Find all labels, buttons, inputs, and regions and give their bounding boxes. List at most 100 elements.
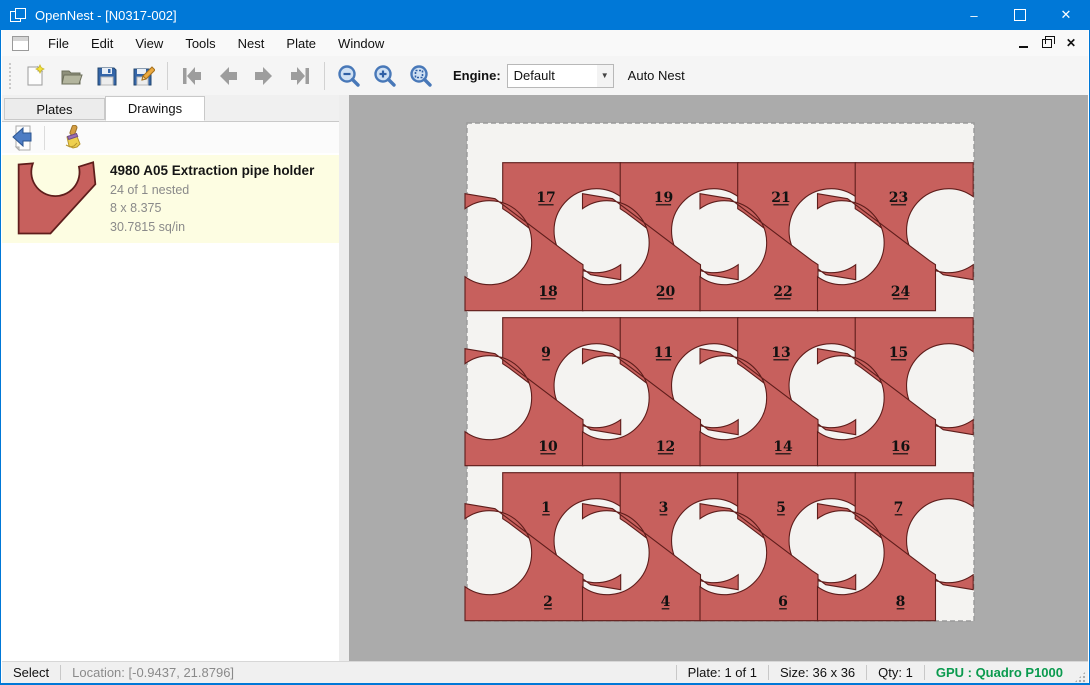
part-number: 10 xyxy=(538,439,558,455)
part-number: 7 xyxy=(894,500,904,516)
part-number: 24 xyxy=(891,284,911,300)
drawing-dimensions: 8 x 8.375 xyxy=(110,201,314,215)
go-next-icon xyxy=(251,64,277,88)
menu-file[interactable]: File xyxy=(37,30,80,56)
engine-label: Engine: xyxy=(453,68,501,83)
status-location: Location: [-0.9437, 21.8796] xyxy=(61,665,245,680)
save-button[interactable] xyxy=(89,60,125,92)
zoom-fit-icon xyxy=(408,63,434,89)
sidebar-tabstrip: Plates Drawings xyxy=(2,95,339,122)
save-icon xyxy=(95,64,119,88)
auto-nest-label[interactable]: Auto Nest xyxy=(628,68,685,83)
load-drawing-button[interactable] xyxy=(6,124,40,152)
part-number: 17 xyxy=(536,190,555,206)
part-number: 6 xyxy=(778,594,788,610)
broom-icon xyxy=(57,125,83,151)
menu-view[interactable]: View xyxy=(124,30,174,56)
go-last-button[interactable] xyxy=(282,60,318,92)
toolbar-grip[interactable] xyxy=(8,63,11,89)
part-number: 15 xyxy=(889,345,908,361)
part-thumbnail-shape xyxy=(19,162,96,233)
nest-drawing: 171819202122232491011121314151612345678 xyxy=(349,95,1088,662)
drawing-nested-count: 24 of 1 nested xyxy=(110,183,314,197)
clean-button[interactable] xyxy=(53,124,87,152)
part-number: 16 xyxy=(891,439,910,455)
menu-nest[interactable]: Nest xyxy=(227,30,276,56)
drawing-area: 30.7815 sq/in xyxy=(110,220,314,234)
mdi-minimize-button[interactable] xyxy=(1019,46,1028,48)
part-number: 11 xyxy=(654,345,673,361)
go-next-button[interactable] xyxy=(246,60,282,92)
drawing-list-item[interactable]: 4980 A05 Extraction pipe holder 24 of 1 … xyxy=(2,155,339,243)
engine-value: Default xyxy=(508,68,597,83)
window-title: OpenNest - [N0317-002] xyxy=(35,8,177,23)
zoom-out-button[interactable] xyxy=(331,60,367,92)
part-number: 19 xyxy=(654,190,673,206)
part-number: 23 xyxy=(889,190,908,206)
part-thumbnail xyxy=(14,159,100,239)
menu-tools[interactable]: Tools xyxy=(174,30,226,56)
part-number: 12 xyxy=(656,439,675,455)
chevron-down-icon: ▼ xyxy=(597,65,613,87)
maximize-icon xyxy=(1014,9,1026,21)
part-number: 20 xyxy=(656,284,676,300)
status-bar: Select Location: [-0.9437, 21.8796] Plat… xyxy=(2,661,1088,683)
go-previous-icon xyxy=(215,64,241,88)
sidebar-toolbar xyxy=(2,122,339,153)
minimize-button[interactable]: – xyxy=(951,0,997,30)
part-number: 3 xyxy=(659,500,669,516)
menu-edit[interactable]: Edit xyxy=(80,30,124,56)
main-toolbar: Engine: Default ▼ Auto Nest xyxy=(2,56,1088,96)
menu-window[interactable]: Window xyxy=(327,30,395,56)
drawing-title: 4980 A05 Extraction pipe holder xyxy=(110,163,314,178)
part-number: 4 xyxy=(661,594,671,610)
status-plate: Plate: 1 of 1 xyxy=(677,665,768,680)
save-as-button[interactable] xyxy=(125,60,161,92)
part-number: 1 xyxy=(541,500,551,516)
nest-canvas[interactable]: 171819202122232491011121314151612345678 xyxy=(349,95,1088,662)
panel-splitter[interactable] xyxy=(339,95,349,662)
new-document-icon xyxy=(23,64,47,88)
part-number: 22 xyxy=(773,284,792,300)
document-icon[interactable] xyxy=(12,36,29,51)
zoom-fit-button[interactable] xyxy=(403,60,439,92)
new-button[interactable] xyxy=(17,60,53,92)
title-bar: OpenNest - [N0317-002] – ✕ xyxy=(1,0,1089,30)
status-gpu: GPU : Quadro P1000 xyxy=(925,665,1074,680)
zoom-in-button[interactable] xyxy=(367,60,403,92)
menu-bar: File Edit View Tools Nest Plate Window ✕ xyxy=(2,30,1088,56)
open-folder-icon xyxy=(59,64,83,88)
part-number: 18 xyxy=(538,284,557,300)
part-number: 2 xyxy=(543,594,553,610)
go-last-icon xyxy=(287,64,313,88)
sidebar: Plates Drawings xyxy=(2,95,339,662)
load-drawing-icon xyxy=(10,125,36,151)
zoom-out-icon xyxy=(336,63,362,89)
tab-drawings[interactable]: Drawings xyxy=(105,96,205,121)
go-first-button[interactable] xyxy=(174,60,210,92)
close-button[interactable]: ✕ xyxy=(1043,0,1089,30)
status-mode: Select xyxy=(2,665,60,680)
part-number: 8 xyxy=(896,594,906,610)
part-number: 13 xyxy=(771,345,790,361)
go-first-icon xyxy=(179,64,205,88)
engine-select[interactable]: Default ▼ xyxy=(507,64,614,88)
part-number: 21 xyxy=(771,190,790,206)
mdi-restore-button[interactable] xyxy=(1042,39,1052,48)
part-number: 5 xyxy=(776,500,786,516)
mdi-close-button[interactable]: ✕ xyxy=(1066,36,1076,50)
part-number: 14 xyxy=(773,439,793,455)
go-previous-button[interactable] xyxy=(210,60,246,92)
open-button[interactable] xyxy=(53,60,89,92)
part-number: 9 xyxy=(541,345,551,361)
status-size: Size: 36 x 36 xyxy=(769,665,866,680)
save-as-icon xyxy=(131,64,155,88)
zoom-in-icon xyxy=(372,63,398,89)
app-icon xyxy=(10,8,26,22)
maximize-button[interactable] xyxy=(997,0,1043,30)
app-window: OpenNest - [N0317-002] – ✕ File Edit Vie… xyxy=(0,0,1090,685)
resize-grip[interactable] xyxy=(1074,671,1086,683)
status-qty: Qty: 1 xyxy=(867,665,924,680)
tab-plates[interactable]: Plates xyxy=(4,98,105,120)
menu-plate[interactable]: Plate xyxy=(275,30,327,56)
